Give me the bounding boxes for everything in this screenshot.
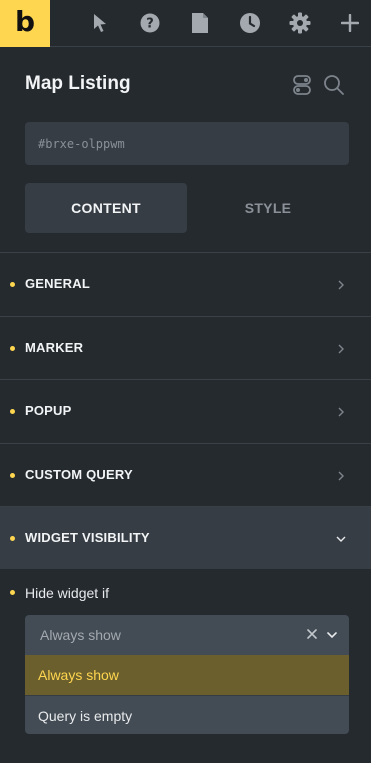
- status-dot: [10, 409, 15, 414]
- chevron-right-icon: [335, 469, 347, 481]
- pages-icon[interactable]: [188, 11, 212, 35]
- hide-widget-select[interactable]: Always show: [25, 615, 349, 655]
- select-dropdown: Always show Query is empty: [25, 655, 349, 734]
- hide-widget-label: Hide widget if: [25, 585, 110, 601]
- tab-style[interactable]: STYLE: [187, 183, 349, 233]
- option-query-is-empty[interactable]: Query is empty: [25, 695, 349, 734]
- help-icon[interactable]: ?: [138, 11, 162, 35]
- tab-content[interactable]: CONTENT: [25, 183, 187, 233]
- toggle-icon[interactable]: [290, 73, 314, 97]
- status-dot: [10, 536, 15, 541]
- section-general[interactable]: GENERAL: [0, 252, 371, 315]
- chevron-down-icon: [335, 532, 347, 544]
- logo-text: b: [14, 5, 36, 38]
- svg-text:?: ?: [146, 17, 154, 32]
- section-widget-visibility[interactable]: WIDGET VISIBILITY: [0, 506, 371, 569]
- settings-icon[interactable]: [288, 11, 312, 35]
- section-popup[interactable]: POPUP: [0, 379, 371, 442]
- section-label: POPUP: [25, 403, 72, 418]
- cursor-icon[interactable]: [88, 11, 112, 35]
- section-label: GENERAL: [25, 276, 90, 291]
- element-id-field[interactable]: [25, 122, 349, 165]
- chevron-down-icon[interactable]: [325, 628, 339, 642]
- status-dot: [10, 282, 15, 287]
- status-dot: [10, 473, 15, 478]
- chevron-right-icon: [335, 405, 347, 417]
- bricks-logo[interactable]: b: [0, 0, 50, 47]
- section-marker[interactable]: MARKER: [0, 316, 371, 379]
- section-label: CUSTOM QUERY: [25, 467, 133, 482]
- top-toolbar: b ?: [0, 0, 371, 47]
- history-icon[interactable]: [238, 11, 262, 35]
- search-icon[interactable]: [322, 73, 346, 97]
- chevron-right-icon: [335, 342, 347, 354]
- add-icon[interactable]: [338, 11, 362, 35]
- clear-icon[interactable]: [305, 627, 319, 641]
- section-custom-query[interactable]: CUSTOM QUERY: [0, 443, 371, 506]
- panel-title: Map Listing: [25, 73, 131, 94]
- status-dot: [10, 346, 15, 351]
- section-label: WIDGET VISIBILITY: [25, 530, 150, 545]
- select-value: Always show: [40, 627, 121, 643]
- status-dot: [10, 590, 15, 595]
- section-label: MARKER: [25, 340, 84, 355]
- chevron-right-icon: [335, 278, 347, 290]
- option-always-show[interactable]: Always show: [25, 655, 349, 695]
